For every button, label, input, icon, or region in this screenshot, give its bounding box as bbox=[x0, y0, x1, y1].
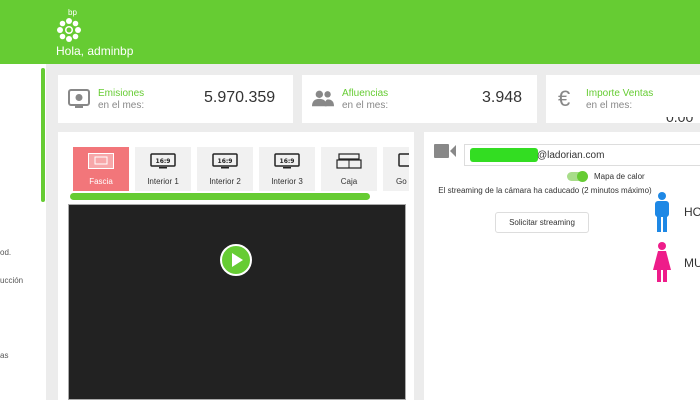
svg-text:€: € bbox=[558, 87, 570, 109]
sidebar: od. ucción as bbox=[0, 64, 46, 400]
stat-label-line2: en el mes: bbox=[98, 100, 145, 111]
stat-value-cropped: 0.00 bbox=[666, 117, 700, 123]
play-icon[interactable] bbox=[220, 244, 252, 276]
tab-fascia[interactable]: Fascia bbox=[73, 147, 129, 191]
sidebar-item-2[interactable]: ucción bbox=[0, 276, 23, 285]
request-streaming-button[interactable]: Solicitar streaming bbox=[495, 212, 589, 233]
female-icon bbox=[653, 242, 671, 282]
tabs-scrollbar[interactable] bbox=[70, 193, 370, 200]
tab-caja[interactable]: Caja bbox=[321, 147, 377, 191]
tv-badge: 16:9 bbox=[218, 158, 233, 165]
tab-label: Interior 1 bbox=[147, 177, 179, 186]
heatmap-label: Mapa de calor bbox=[594, 172, 645, 181]
greeting-text: Hola, adminbp bbox=[56, 44, 134, 58]
stat-card-afluencias: Afluencias en el mes: 3.948 bbox=[302, 75, 537, 123]
male-icon bbox=[655, 192, 669, 232]
tv-169-icon: 16:9 bbox=[274, 153, 300, 169]
app-header: bp Hola, adminbp bbox=[0, 0, 700, 64]
scrollbar-thumb[interactable] bbox=[41, 68, 45, 202]
tab-interior-3[interactable]: 16:9 Interior 3 bbox=[259, 147, 315, 191]
euro-icon: € bbox=[558, 87, 570, 109]
email-suffix: @ladorian.com bbox=[537, 150, 605, 161]
stat-label-line1: Afluencias bbox=[342, 88, 389, 99]
stat-card-importe-ventas: € Importe Ventas en el mes: bbox=[546, 75, 700, 123]
tv-icon bbox=[398, 153, 409, 167]
tab-label: Go bbox=[396, 177, 407, 186]
tab-interior-1[interactable]: 16:9 Interior 1 bbox=[135, 147, 191, 191]
tv-169-icon: 16:9 bbox=[150, 153, 176, 169]
video-camera-icon bbox=[434, 144, 456, 158]
stat-card-emisiones: Emisiones en el mes: 5.970.359 bbox=[58, 75, 293, 123]
fascia-icon bbox=[88, 153, 114, 169]
male-label: HO bbox=[684, 205, 700, 219]
tv-badge: 16:9 bbox=[156, 158, 171, 165]
email-redacted bbox=[470, 148, 538, 162]
stat-label-line1: Emisiones bbox=[98, 88, 145, 99]
tv-badge: 16:9 bbox=[280, 158, 295, 165]
female-label: MU bbox=[684, 256, 700, 270]
tab-go[interactable]: Go bbox=[383, 147, 409, 191]
tab-label: Interior 2 bbox=[209, 177, 241, 186]
streaming-expired-message: El streaming de la cámara ha caducado (2… bbox=[438, 186, 652, 195]
camera-tabs: Fascia 16:9 Interior 1 16:9 Interior 2 1… bbox=[73, 147, 409, 191]
video-player[interactable] bbox=[68, 204, 406, 400]
stat-label-line2: en el mes: bbox=[586, 100, 633, 111]
tab-label: Fascia bbox=[89, 177, 113, 186]
cash-register-icon bbox=[336, 153, 362, 169]
stat-label-line2: en el mes: bbox=[342, 100, 389, 111]
tab-label: Caja bbox=[340, 177, 358, 186]
tv-icon bbox=[68, 89, 90, 108]
stat-value: 3.948 bbox=[482, 89, 523, 106]
tv-169-icon: 16:9 bbox=[212, 153, 238, 169]
stat-value: 5.970.359 bbox=[204, 89, 276, 106]
tab-label: Interior 3 bbox=[271, 177, 303, 186]
people-icon bbox=[312, 90, 334, 107]
sidebar-item-3[interactable]: as bbox=[0, 351, 8, 360]
tab-interior-2[interactable]: 16:9 Interior 2 bbox=[197, 147, 253, 191]
logo-text: bp bbox=[68, 8, 77, 17]
sidebar-item-1[interactable]: od. bbox=[0, 248, 11, 257]
stat-label-line1: Importe Ventas bbox=[586, 88, 654, 99]
heatmap-toggle[interactable] bbox=[567, 171, 589, 182]
